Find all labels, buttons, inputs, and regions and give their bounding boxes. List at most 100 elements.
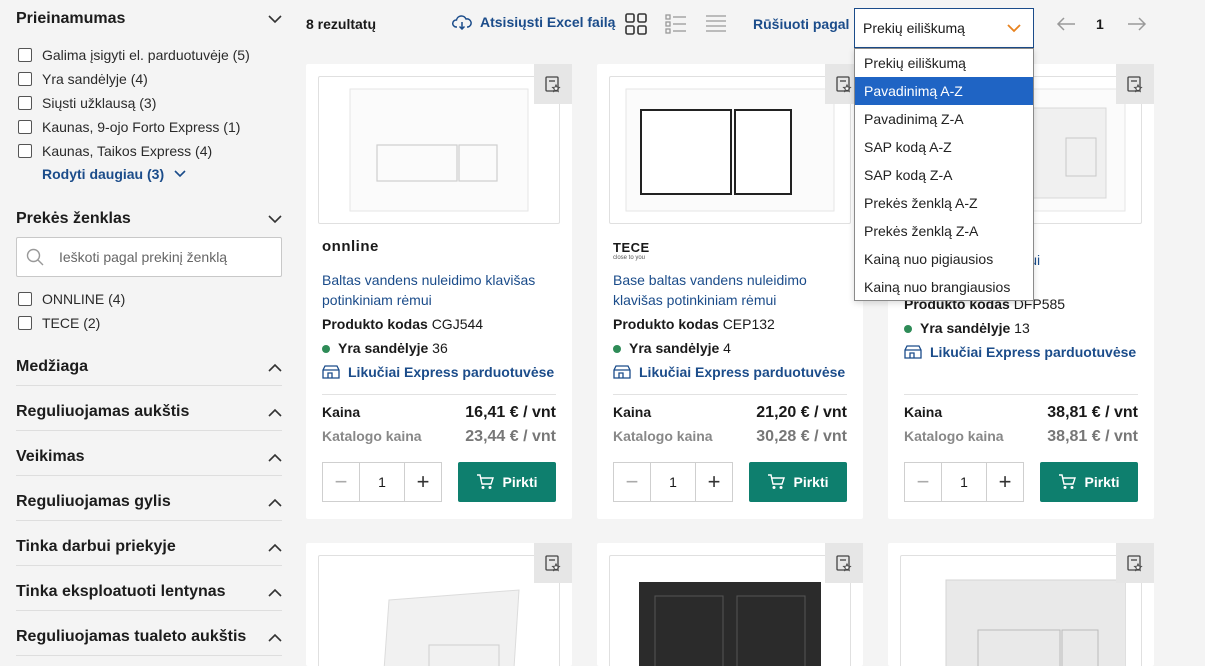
- filter-option[interactable]: Siųsti užklausą (3): [18, 95, 156, 111]
- sort-option[interactable]: SAP kodą A-Z: [855, 133, 1033, 161]
- cart-icon: [1059, 474, 1077, 489]
- sort-option[interactable]: Kainą nuo brangiausios: [855, 273, 1033, 301]
- sort-dropdown-menu: Prekių eiliškumą Pavadinimą A-Z Pavadini…: [854, 48, 1034, 301]
- brand-search-input[interactable]: Ieškoti pagal prekinį ženklą: [16, 237, 282, 277]
- filter-section-header[interactable]: Medžiaga: [16, 358, 282, 376]
- show-more-link[interactable]: Rodyti daugiau (3): [42, 166, 186, 182]
- price-value: 38,81 € / vnt: [1047, 404, 1138, 421]
- catalog-price-label: Katalogo kaina: [904, 428, 1004, 444]
- buy-button[interactable]: Pirkti: [458, 462, 556, 502]
- product-image[interactable]: [900, 555, 1142, 666]
- sort-option[interactable]: Pavadinimą Z-A: [855, 105, 1033, 133]
- grid-view-icon[interactable]: [624, 12, 648, 36]
- add-to-list-button[interactable]: [534, 543, 572, 583]
- product-card[interactable]: onnline Baltas vandens nuleidimo klaviša…: [306, 64, 572, 519]
- product-card[interactable]: [597, 543, 863, 666]
- product-title-link[interactable]: Base baltas vandens nuleidimo klavišas p…: [613, 270, 843, 310]
- decrease-quantity-button[interactable]: −: [323, 463, 359, 501]
- price-row: Kaina 21,20 € / vnt: [613, 404, 847, 422]
- product-image[interactable]: [609, 555, 851, 666]
- product-code: Produkto kodas CGJ544: [322, 316, 483, 332]
- filter-section-header[interactable]: Tinka eksploatuoti lentynas: [16, 583, 282, 601]
- quantity-input[interactable]: 1: [359, 463, 405, 501]
- filter-section-title: Tinka darbui priekyje: [16, 538, 176, 555]
- show-more-label: Rodyti daugiau (3): [42, 166, 165, 182]
- filter-section-title: Veikimas: [16, 448, 85, 465]
- buy-button[interactable]: Pirkti: [1040, 462, 1138, 502]
- filter-section-header[interactable]: Veikimas: [16, 448, 282, 466]
- decrease-quantity-button[interactable]: −: [905, 463, 941, 501]
- sort-option[interactable]: Kainą nuo pigiausios: [855, 245, 1033, 273]
- add-to-list-button[interactable]: [534, 64, 572, 104]
- quantity-input[interactable]: 1: [650, 463, 696, 501]
- price-label: Kaina: [613, 404, 652, 420]
- filter-section-header[interactable]: Reguliuojamas tualeto aukštis: [16, 628, 282, 646]
- increase-quantity-button[interactable]: +: [987, 463, 1023, 501]
- brand-logo: TECE close to you: [613, 240, 650, 261]
- filter-section-header[interactable]: Reguliuojamas gylis: [16, 493, 282, 511]
- filter-option[interactable]: ONNLINE (4): [18, 291, 125, 307]
- filter-option[interactable]: Yra sandėlyje (4): [18, 71, 148, 87]
- checkbox[interactable]: [18, 292, 32, 306]
- sort-option[interactable]: Prekių eiliškumą: [855, 49, 1033, 77]
- express-stock-link[interactable]: Likučiai Express parduotuvėse: [904, 344, 1136, 360]
- product-card[interactable]: [888, 543, 1154, 666]
- product-title-link[interactable]: Baltas vandens nuleidimo klavišas potink…: [322, 270, 552, 310]
- filter-section-header[interactable]: Tinka darbui priekyje: [16, 538, 282, 556]
- cloud-download-icon: [452, 15, 472, 30]
- sort-option[interactable]: Prekės ženklą A-Z: [855, 189, 1033, 217]
- filter-section-title: Reguliuojamas aukštis: [16, 403, 190, 420]
- express-stock-label: Likučiai Express parduotuvėse: [348, 364, 555, 380]
- sort-option[interactable]: Prekės ženklą Z-A: [855, 217, 1033, 245]
- catalog-price-value: 23,44 € / vnt: [465, 428, 556, 445]
- excel-download-link[interactable]: Atsisiųsti Excel failą: [452, 14, 615, 30]
- decrease-quantity-button[interactable]: −: [614, 463, 650, 501]
- checkbox[interactable]: [18, 120, 32, 134]
- filter-option[interactable]: Galima įsigyti el. parduotuvėje (5): [18, 47, 250, 63]
- bookmark-star-icon: [545, 76, 561, 93]
- sort-option-highlighted[interactable]: Pavadinimą A-Z: [855, 77, 1033, 105]
- increase-quantity-button[interactable]: +: [405, 463, 441, 501]
- checkbox[interactable]: [18, 72, 32, 86]
- product-image[interactable]: [609, 76, 851, 224]
- increase-quantity-button[interactable]: +: [696, 463, 732, 501]
- filter-section-header[interactable]: Reguliuojamas aukštis: [16, 403, 282, 421]
- filter-option-label: TECE (2): [42, 315, 101, 331]
- checkbox[interactable]: [18, 48, 32, 62]
- buy-button[interactable]: Pirkti: [749, 462, 847, 502]
- excel-download-label: Atsisiųsti Excel failą: [480, 14, 616, 30]
- prev-page-button[interactable]: [1054, 12, 1078, 36]
- filter-option[interactable]: TECE (2): [18, 315, 100, 331]
- sort-select[interactable]: Prekių eiliškumą: [854, 8, 1034, 48]
- next-page-button[interactable]: [1125, 12, 1149, 36]
- checkbox[interactable]: [18, 96, 32, 110]
- compact-view-icon[interactable]: [704, 12, 728, 36]
- express-stock-link[interactable]: Likučiai Express parduotuvėse: [613, 364, 845, 380]
- chevron-up-icon: [268, 405, 282, 419]
- filter-brand-header[interactable]: Prekės ženklas: [16, 210, 282, 228]
- add-to-list-button[interactable]: [825, 543, 863, 583]
- product-card[interactable]: TECE close to you Base baltas vandens nu…: [597, 64, 863, 519]
- product-image[interactable]: [318, 555, 560, 666]
- filter-option-label: Kaunas, Taikos Express (4): [42, 143, 213, 159]
- express-stock-link[interactable]: Likučiai Express parduotuvėse: [322, 364, 554, 380]
- product-code: Produkto kodas CEP132: [613, 316, 775, 332]
- checkbox[interactable]: [18, 316, 32, 330]
- bookmark-star-icon: [545, 555, 561, 572]
- add-to-list-button[interactable]: [1116, 64, 1154, 104]
- filter-option[interactable]: Kaunas, 9-ojo Forto Express (1): [18, 119, 240, 135]
- sort-option[interactable]: SAP kodą Z-A: [855, 161, 1033, 189]
- divider: [322, 394, 556, 395]
- price-label: Kaina: [322, 404, 361, 420]
- product-card[interactable]: [306, 543, 572, 666]
- add-to-list-button[interactable]: [1116, 543, 1154, 583]
- checkbox[interactable]: [18, 144, 32, 158]
- quantity-input[interactable]: 1: [941, 463, 987, 501]
- sort-selected-value: Prekių eiliškumą: [863, 20, 965, 36]
- filter-availability-header[interactable]: Prieinamumas: [16, 10, 282, 28]
- store-icon: [322, 365, 340, 379]
- divider: [904, 394, 1138, 395]
- product-image[interactable]: [318, 76, 560, 224]
- filter-option[interactable]: Kaunas, Taikos Express (4): [18, 143, 212, 159]
- list-view-icon[interactable]: [664, 12, 688, 36]
